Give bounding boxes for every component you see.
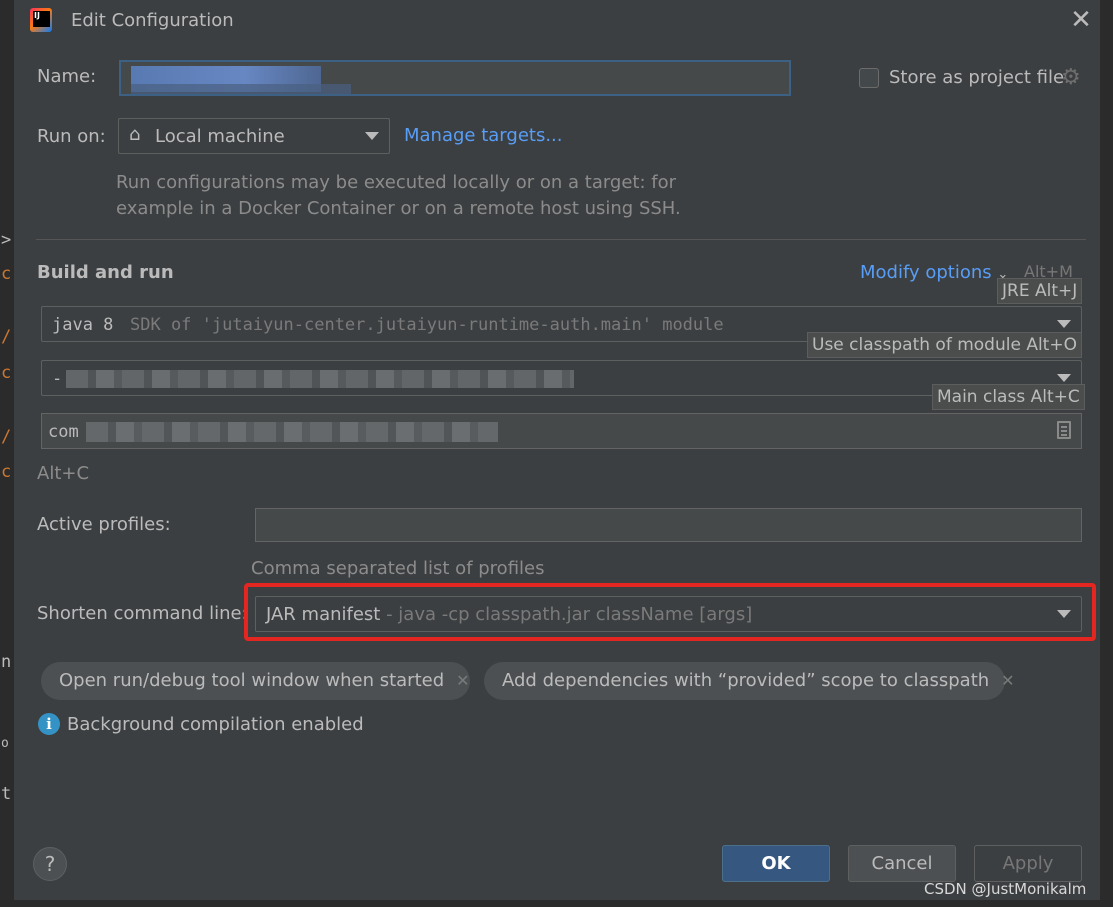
editor-glyph: n <box>1 652 12 672</box>
redacted-classpath <box>66 370 574 388</box>
redacted-main-class <box>86 422 498 442</box>
active-profiles-hint: Comma separated list of profiles <box>251 558 545 579</box>
run-on-hint-line2: example in a Docker Container or on a re… <box>116 198 681 219</box>
alt-c-hint: Alt+C <box>37 463 90 484</box>
active-profiles-input[interactable] <box>255 508 1082 542</box>
name-label: Name: <box>37 66 97 87</box>
manage-targets-link[interactable]: Manage targets... <box>404 125 563 146</box>
intellij-logo-icon <box>30 8 52 32</box>
apply-button[interactable]: Apply <box>974 845 1082 882</box>
home-icon: ⌂ <box>129 124 141 145</box>
run-on-select[interactable]: ⌂ Local machine <box>118 118 390 154</box>
run-on-value: Local machine <box>155 126 285 147</box>
remove-chip-icon[interactable]: ✕ <box>456 671 469 690</box>
jre-detail: SDK of 'jutaiyun-center.jutaiyun-runtime… <box>130 315 724 335</box>
run-on-hint-line1: Run configurations may be executed local… <box>116 172 677 193</box>
option-chip-open-tool-window[interactable]: Open run/debug tool window when started ✕ <box>41 662 470 700</box>
chevron-down-icon <box>1057 374 1071 382</box>
classpath-tooltip: Use classpath of module Alt+O <box>807 332 1082 358</box>
active-profiles-label: Active profiles: <box>37 514 171 535</box>
editor-glyph: t <box>1 784 12 804</box>
cancel-button[interactable]: Cancel <box>848 845 956 882</box>
chevron-down-icon <box>365 132 379 140</box>
chevron-down-icon <box>1057 320 1071 328</box>
ok-button[interactable]: OK <box>722 845 830 882</box>
chip-label: Add dependencies with “provided” scope t… <box>502 670 990 691</box>
editor-right-edge <box>1100 0 1113 907</box>
title-bar: Edit Configuration ✕ <box>14 0 1100 44</box>
main-class-tooltip: Main class Alt+C <box>932 384 1085 410</box>
main-class-input[interactable]: com <box>41 413 1082 449</box>
editor-glyph: c <box>1 462 12 482</box>
store-as-project-file-label[interactable]: Store as project file <box>889 67 1064 88</box>
editor-glyph: c <box>1 264 12 284</box>
option-chip-provided-scope[interactable]: Add dependencies with “provided” scope t… <box>484 662 1015 700</box>
chip-label: Open run/debug tool window when started <box>59 670 445 691</box>
background-compilation-text: Background compilation enabled <box>67 714 364 735</box>
close-icon[interactable]: ✕ <box>1069 7 1093 33</box>
shorten-command-line-label: Shorten command line: <box>37 603 248 624</box>
modify-options-link[interactable]: Modify options ⌄ <box>860 262 1008 283</box>
watermark: CSDN @JustMonikalm <box>924 880 1087 898</box>
editor-glyph: / <box>1 327 12 347</box>
name-input[interactable] <box>119 60 791 96</box>
jre-tooltip: JRE Alt+J <box>997 278 1083 304</box>
classpath-prefix: - <box>52 369 63 389</box>
redacted-name-shadow <box>131 84 351 94</box>
modify-options-label: Modify options <box>860 262 992 283</box>
editor-glyph: / <box>1 427 12 447</box>
info-icon: i <box>38 713 60 735</box>
run-on-label: Run on: <box>37 126 106 147</box>
jre-value: java 8 <box>52 315 114 335</box>
editor-glyph: o <box>1 736 9 751</box>
dialog-title: Edit Configuration <box>71 10 234 31</box>
help-button[interactable]: ? <box>33 847 67 881</box>
edit-configuration-dialog: Edit Configuration ✕ Name: Store as proj… <box>14 0 1100 900</box>
main-class-prefix: com <box>48 422 79 442</box>
classpath-module-select[interactable]: - <box>41 360 1082 396</box>
store-as-project-file-checkbox[interactable] <box>859 68 879 88</box>
editor-gutter: > c / c / c n o t <box>0 0 14 907</box>
build-and-run-title: Build and run <box>37 262 174 283</box>
editor-glyph: c <box>1 363 12 383</box>
remove-chip-icon[interactable]: ✕ <box>1001 671 1014 690</box>
gear-icon[interactable]: ⚙ <box>1061 67 1081 89</box>
highlight-annotation <box>244 583 1096 641</box>
editor-glyph: > <box>1 230 12 250</box>
section-divider <box>36 239 1086 240</box>
browse-class-icon[interactable] <box>1057 421 1071 439</box>
